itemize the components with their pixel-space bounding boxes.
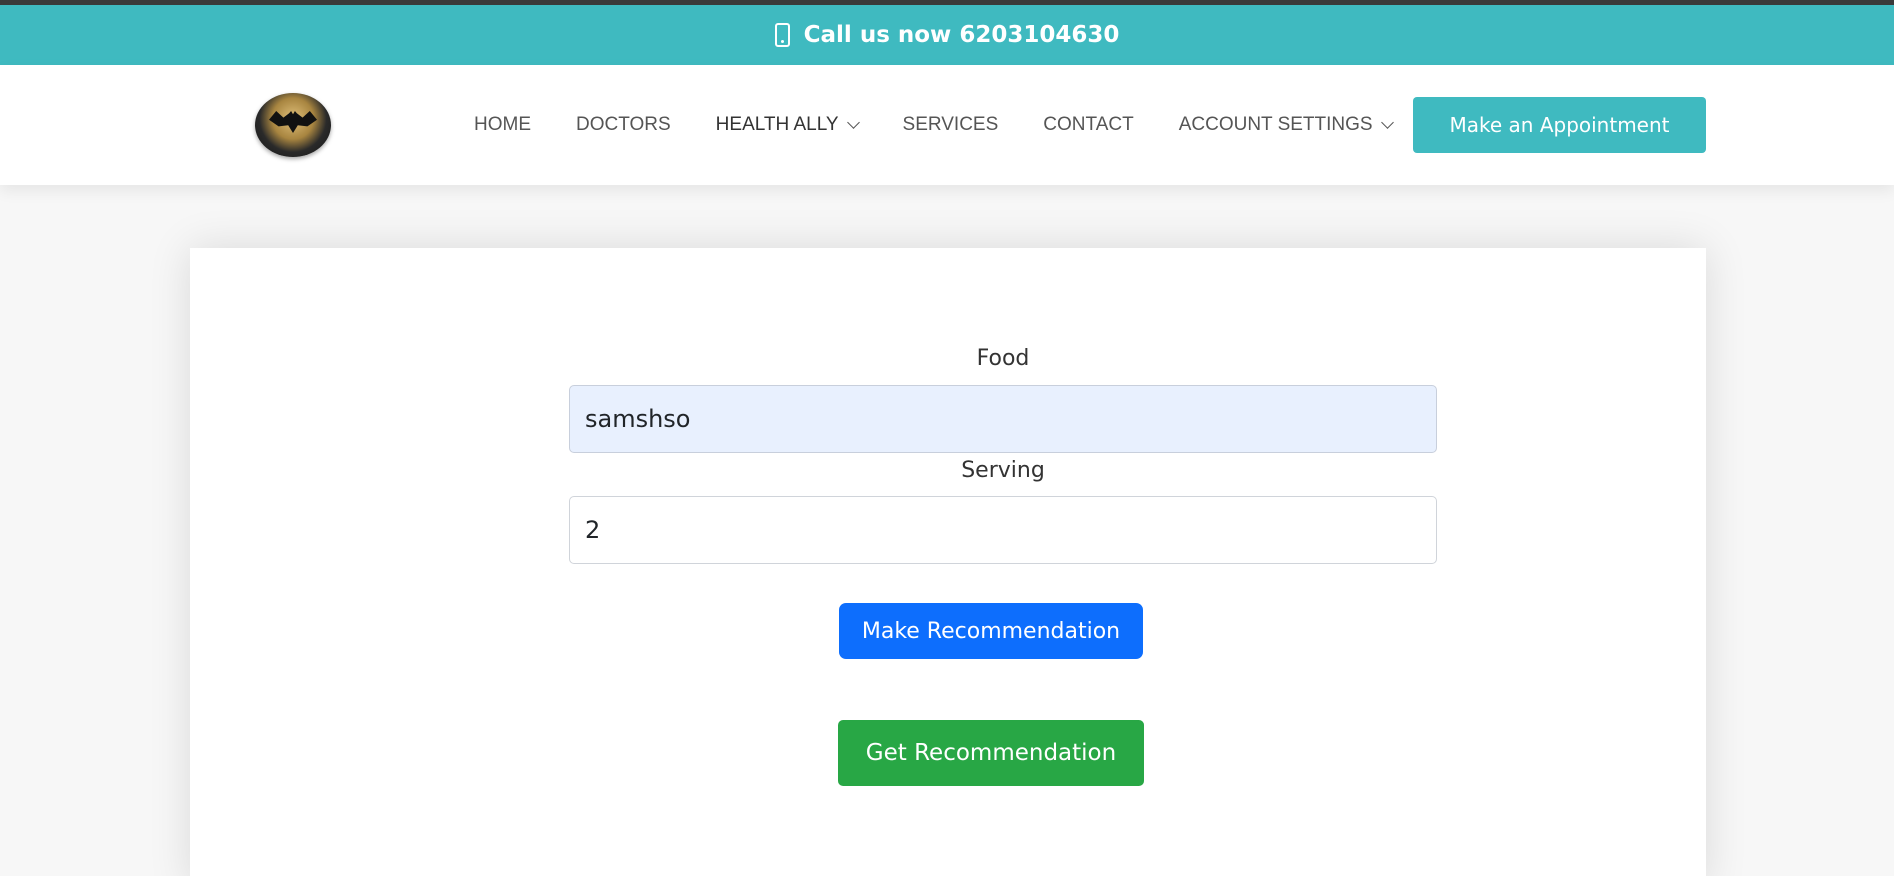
food-input[interactable] [569, 385, 1437, 453]
nav-label: HEALTH ALLY [715, 114, 839, 135]
nav-item-health-ally[interactable]: HEALTH ALLY [715, 114, 860, 136]
nav-item-doctors[interactable]: DOCTORS [576, 114, 671, 136]
food-label: Food [976, 346, 1030, 371]
nav-item-contact[interactable]: CONTACT [1043, 114, 1133, 136]
nav-links: HOME DOCTORS HEALTH ALLY SERVICES CONTAC… [474, 65, 1437, 185]
nav-item-services[interactable]: SERVICES [903, 114, 999, 136]
serving-label: Serving [961, 458, 1045, 483]
site-logo[interactable] [255, 93, 331, 157]
recommendation-card: Food Serving Make Recommendation Get Rec… [190, 248, 1706, 876]
make-recommendation-button[interactable]: Make Recommendation [839, 603, 1143, 659]
chevron-down-icon [846, 116, 860, 129]
nav-item-account-settings[interactable]: ACCOUNT SETTINGS [1178, 114, 1394, 136]
chevron-down-icon [1380, 116, 1394, 129]
serving-input[interactable] [569, 496, 1437, 564]
nav-item-home[interactable]: HOME [474, 114, 531, 136]
nav-label: HOME [474, 114, 531, 135]
mobile-phone-icon [774, 23, 790, 47]
nav-label: DOCTORS [576, 114, 671, 135]
main-navbar: HOME DOCTORS HEALTH ALLY SERVICES CONTAC… [0, 65, 1894, 185]
call-us-text: Call us now 6203104630 [803, 22, 1120, 48]
nav-label: CONTACT [1043, 114, 1134, 135]
make-appointment-button[interactable]: Make an Appointment [1413, 97, 1706, 153]
get-recommendation-button[interactable]: Get Recommendation [838, 720, 1144, 786]
nav-label: SERVICES [902, 114, 999, 135]
contact-topbar: Call us now 6203104630 [0, 5, 1894, 65]
bat-symbol-icon [269, 111, 317, 133]
nav-label: ACCOUNT SETTINGS [1178, 114, 1373, 135]
